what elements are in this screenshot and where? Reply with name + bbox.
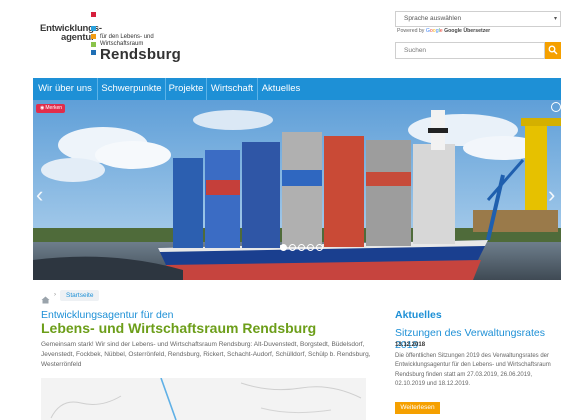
intro-title-line2: Lebens- und Wirtschaftsraum Rendsburg [41, 320, 317, 336]
merken-label: Merken [45, 105, 63, 111]
expand-icon[interactable] [551, 102, 561, 112]
hero-image [33, 100, 561, 280]
merken-badge[interactable]: ◉Merken [36, 104, 66, 113]
logo-city: Rendsburg [100, 46, 181, 63]
logo-line2: agentur [61, 32, 95, 43]
search-button[interactable] [545, 42, 561, 59]
search-input[interactable]: Suchen [395, 42, 545, 59]
language-select-value: Sprache auswählen [404, 15, 462, 22]
region-map[interactable] [41, 378, 366, 420]
slider-dot[interactable] [298, 244, 305, 251]
logo-square-blue [91, 26, 96, 31]
breadcrumb-current[interactable]: Startseite [60, 290, 100, 301]
logo-square-orange [91, 34, 96, 39]
chevron-down-icon: ▾ [553, 16, 557, 22]
search-placeholder: Suchen [404, 47, 427, 54]
search-icon [548, 45, 558, 55]
news-date: 13.12.2018 [395, 342, 426, 348]
slider-dots [280, 238, 325, 251]
header: Entwicklungs- agentur für den Lebens- un… [0, 0, 561, 78]
slider-prev-arrow-icon[interactable]: ‹ [36, 182, 43, 208]
home-icon[interactable] [41, 291, 50, 309]
breadcrumb-separator-icon: › [54, 292, 56, 298]
slider-dot[interactable] [280, 244, 287, 251]
site-logo[interactable]: Entwicklungs- agentur für den Lebens- un… [40, 12, 181, 67]
pin-icon: ◉ [40, 105, 45, 111]
slider-dot[interactable] [307, 244, 314, 251]
breadcrumb: › Startseite [33, 282, 561, 308]
slider-dot[interactable] [289, 244, 296, 251]
nav-item-wir-ueber-uns[interactable]: Wir über uns [33, 78, 97, 100]
news-heading: Aktuelles [395, 309, 442, 321]
nav-item-wirtschaft[interactable]: Wirtschaft [207, 78, 257, 100]
slider-dot[interactable] [316, 244, 323, 251]
slider-next-arrow-icon[interactable]: › [548, 182, 555, 208]
main-navigation: Wir über uns Schwerpunkte Projekte Wirts… [33, 78, 561, 100]
logo-square-red [91, 12, 96, 17]
hero-slider[interactable]: ◉Merken ‹ › [33, 100, 561, 280]
language-select[interactable]: Sprache auswählen ▾ [395, 11, 561, 27]
nav-item-projekte[interactable]: Projekte [166, 78, 206, 100]
read-more-button[interactable]: Weiterlesen [395, 402, 440, 414]
nav-item-aktuelles[interactable]: Aktuelles [258, 78, 304, 100]
powered-by-google: Powered by Google Google Übersetzer [397, 28, 491, 34]
news-text: Die öffentlichen Sitzungen 2019 des Verw… [395, 353, 551, 387]
nav-item-schwerpunkte[interactable]: Schwerpunkte [98, 78, 165, 100]
intro-text: Gemeinsam stark! Wir sind der Lebens- un… [41, 341, 371, 368]
page: Entwicklungs- agentur für den Lebens- un… [0, 0, 561, 420]
logo-square-darkblue [91, 50, 96, 55]
logo-square-green [91, 42, 96, 47]
map-image [41, 378, 366, 420]
